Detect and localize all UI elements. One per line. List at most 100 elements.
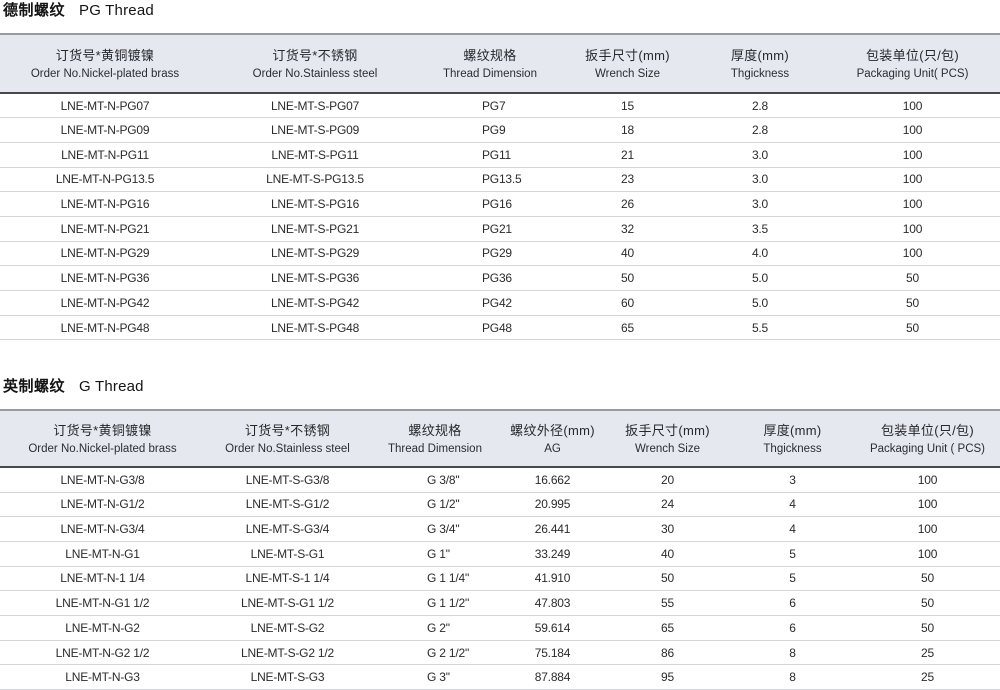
- table-cell: 87.884: [500, 665, 605, 690]
- table-cell: 26: [560, 192, 695, 217]
- table-cell: PG29: [420, 241, 560, 266]
- table-cell: LNE-MT-S-PG48: [210, 315, 420, 340]
- table-cell: 3.0: [695, 167, 825, 192]
- table-cell: 4: [730, 492, 855, 517]
- column-header-zh: 订货号*不锈钢: [210, 47, 420, 64]
- table-cell: 100: [825, 93, 1000, 118]
- column-header-en: Packaging Unit( PCS): [825, 67, 1000, 82]
- table-cell: 60: [560, 291, 695, 316]
- table-row: LNE-MT-N-G2LNE-MT-S-G2G 2"59.61465650: [0, 616, 1000, 641]
- section-title-g-thread: 英制螺纹 G Thread: [0, 378, 1000, 396]
- table-cell: LNE-MT-S-PG16: [210, 192, 420, 217]
- table-cell: LNE-MT-N-PG16: [0, 192, 210, 217]
- table-row: LNE-MT-N-G3LNE-MT-S-G3G 3"87.88495825: [0, 665, 1000, 690]
- column-header-zh: 螺纹规格: [370, 422, 500, 439]
- table-row: LNE-MT-N-1 1/4LNE-MT-S-1 1/4G 1 1/4"41.9…: [0, 566, 1000, 591]
- column-header-zh: 螺纹外径(mm): [500, 422, 605, 439]
- table-cell: LNE-MT-N-PG11: [0, 142, 210, 167]
- section-title-en: G Thread: [79, 378, 144, 395]
- table-cell: 24: [605, 492, 730, 517]
- table-row: LNE-MT-N-G1LNE-MT-S-G1G 1"33.249405100: [0, 541, 1000, 566]
- table-cell: 50: [825, 315, 1000, 340]
- column-header-zh: 包装单位(只/包): [855, 422, 1000, 439]
- table-row: LNE-MT-N-PG11LNE-MT-S-PG11PG11213.0100: [0, 142, 1000, 167]
- table-cell: 100: [825, 167, 1000, 192]
- table-cell: 50: [825, 266, 1000, 291]
- table-row: LNE-MT-N-G3/4LNE-MT-S-G3/4G 3/4"26.44130…: [0, 517, 1000, 542]
- table-cell: LNE-MT-S-G2 1/2: [205, 640, 370, 665]
- table-cell: PG11: [420, 142, 560, 167]
- table-row: LNE-MT-N-G2 1/2LNE-MT-S-G2 1/2G 2 1/2"75…: [0, 640, 1000, 665]
- table-cell: 41.910: [500, 566, 605, 591]
- column-header: 厚度(mm)Thgickness: [730, 410, 855, 467]
- table-row: LNE-MT-N-G3/8LNE-MT-S-G3/8G 3/8"16.66220…: [0, 467, 1000, 492]
- table-cell: 5.0: [695, 291, 825, 316]
- table-cell: 6: [730, 616, 855, 641]
- table-cell: LNE-MT-S-PG42: [210, 291, 420, 316]
- table-cell: 55: [605, 591, 730, 616]
- column-header-zh: 订货号*黄铜镀镍: [0, 422, 205, 439]
- column-header-zh: 包装单位(只/包): [825, 47, 1000, 64]
- table-cell: PG7: [420, 93, 560, 118]
- table-cell: 32: [560, 216, 695, 241]
- column-header-zh: 扳手尺寸(mm): [560, 47, 695, 64]
- table-cell: 16.662: [500, 467, 605, 492]
- table-cell: PG42: [420, 291, 560, 316]
- table-row: LNE-MT-N-PG29LNE-MT-S-PG29PG29404.0100: [0, 241, 1000, 266]
- table-cell: 2.8: [695, 93, 825, 118]
- table-row: LNE-MT-N-G1/2LNE-MT-S-G1/2G 1/2"20.99524…: [0, 492, 1000, 517]
- table-cell: LNE-MT-N-PG29: [0, 241, 210, 266]
- column-header-en: Wrench Size: [560, 67, 695, 82]
- table-cell: G 1 1/4": [370, 566, 500, 591]
- column-header: 厚度(mm)Thgickness: [695, 34, 825, 93]
- table-cell: PG48: [420, 315, 560, 340]
- column-header-en: Order No.Nickel-plated brass: [0, 67, 210, 82]
- table-cell: G 3/8": [370, 467, 500, 492]
- column-header: 订货号*黄铜镀镍 Order No.Nickel-plated brass: [0, 34, 210, 93]
- column-header-zh: 订货号*黄铜镀镍: [0, 47, 210, 64]
- table-cell: PG9: [420, 118, 560, 143]
- table-cell: LNE-MT-N-G1: [0, 541, 205, 566]
- table-row: LNE-MT-N-PG21LNE-MT-S-PG21PG21323.5100: [0, 216, 1000, 241]
- table-cell: 15: [560, 93, 695, 118]
- catalog-page: 德制螺纹PG Thread 订货号*黄铜镀镍Order No.Nickel-pl…: [0, 0, 1000, 690]
- table-cell: 100: [825, 118, 1000, 143]
- table-body: LNE-MT-N-G3/8LNE-MT-S-G3/8G 3/8"16.66220…: [0, 467, 1000, 689]
- column-header-zh: 厚度(mm): [695, 47, 825, 64]
- table-cell: LNE-MT-N-PG07: [0, 93, 210, 118]
- column-header-en: Packaging Unit ( PCS): [855, 442, 1000, 457]
- table-row: LNE-MT-N-PG48LNE-MT-S-PG48PG48655.550: [0, 315, 1000, 340]
- table-cell: 50: [825, 291, 1000, 316]
- column-header: 包装单位(只/包) Packaging Unit( PCS): [825, 34, 1000, 93]
- column-header: 螺纹规格 Thread Dimension: [370, 410, 500, 467]
- column-header-en: Order No.Stainless steel: [210, 67, 420, 82]
- table-cell: LNE-MT-S-G3/8: [205, 467, 370, 492]
- table-cell: LNE-MT-S-PG11: [210, 142, 420, 167]
- table-cell: 18: [560, 118, 695, 143]
- table-cell: LNE-MT-N-PG13.5: [0, 167, 210, 192]
- section-title-zh: 德制螺纹: [3, 2, 65, 19]
- column-header-en: Wrench Size: [605, 442, 730, 457]
- column-header-en: Thread Dimension: [370, 442, 500, 457]
- table-cell: 30: [605, 517, 730, 542]
- table-cell: 5: [730, 566, 855, 591]
- section-title-zh: 英制螺纹: [3, 378, 65, 395]
- column-header: 订货号*不锈钢 Order No.Stainless steel: [210, 34, 420, 93]
- column-header: 扳手尺寸(mm) Wrench Size: [560, 34, 695, 93]
- table-cell: 40: [560, 241, 695, 266]
- table-header: 订货号*黄铜镀镍Order No.Nickel-plated brass订货号*…: [0, 410, 1000, 467]
- table-cell: LNE-MT-N-G3: [0, 665, 205, 690]
- column-header-en: Thread Dimension: [420, 67, 560, 82]
- table-cell: 40: [605, 541, 730, 566]
- table-cell: 100: [855, 467, 1000, 492]
- table-cell: LNE-MT-S-PG07: [210, 93, 420, 118]
- table-cell: 95: [605, 665, 730, 690]
- table-cell: 21: [560, 142, 695, 167]
- table-row: LNE-MT-N-PG16LNE-MT-S-PG16PG16263.0100: [0, 192, 1000, 217]
- table-cell: LNE-MT-S-G3/4: [205, 517, 370, 542]
- table-cell: G 3": [370, 665, 500, 690]
- table-cell: G 3/4": [370, 517, 500, 542]
- table-cell: 50: [855, 591, 1000, 616]
- table-cell: 3.0: [695, 192, 825, 217]
- table-header: 订货号*黄铜镀镍 Order No.Nickel-plated brass订货号*…: [0, 34, 1000, 93]
